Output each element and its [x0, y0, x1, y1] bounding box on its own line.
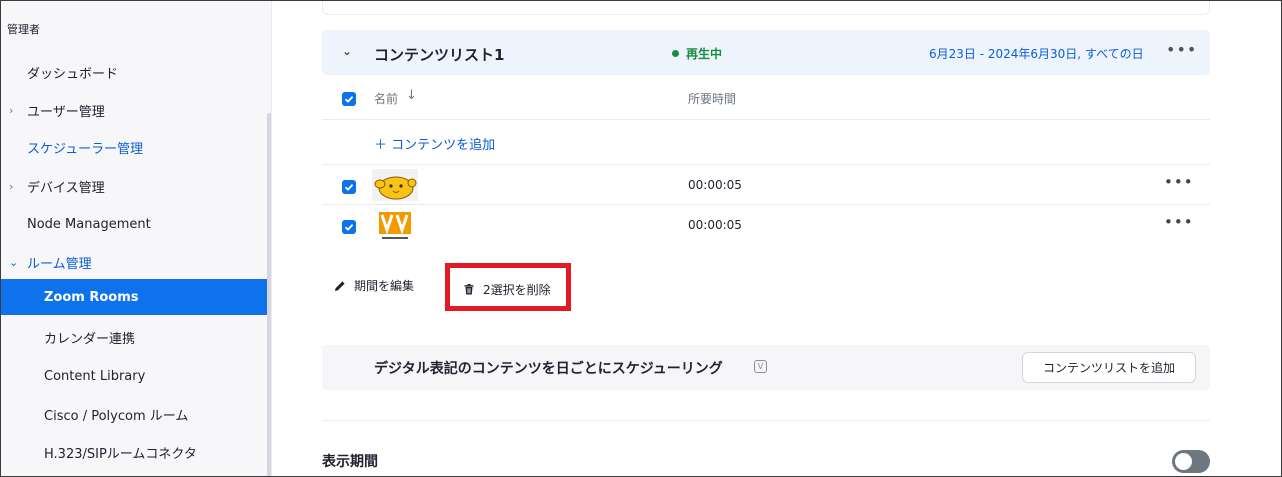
table-row: 00:00:05 ••• — [322, 165, 1210, 205]
sidebar-item-label: H.323/SIPルームコネクタ — [44, 446, 197, 462]
sidebar-item-h323-sip-connector[interactable]: H.323/SIPルームコネクタ — [1, 434, 267, 470]
sidebar-item-label: Content Library — [44, 368, 146, 384]
sidebar-item-label: Node Management — [27, 216, 151, 232]
edit-period-label: 期間を編集 — [354, 279, 415, 293]
chevron-down-icon[interactable]: ⌄ — [342, 44, 352, 58]
duration-value: 00:00:05 — [688, 218, 742, 232]
status-badge: 再生中 — [672, 45, 722, 62]
sidebar-item-scheduler-management[interactable]: スケジューラー管理 — [1, 129, 267, 165]
more-options-icon[interactable]: ••• — [1164, 213, 1194, 231]
content-list-header[interactable]: ⌄ コンテンツリスト1 再生中 6月23日 - 2024年6月30日, すべての… — [322, 30, 1210, 75]
check-icon — [344, 183, 354, 191]
sidebar-item-dashboard[interactable]: ダッシュボード — [1, 54, 267, 90]
sidebar-item-label: デバイス管理 — [27, 180, 105, 196]
sidebar-item-content-library[interactable]: Content Library — [1, 358, 267, 394]
delete-selected-label: 2選択を削除 — [483, 283, 551, 297]
sidebar-item-label: ダッシュボード — [27, 66, 119, 82]
sidebar-item-device-management[interactable]: › デバイス管理 — [1, 168, 267, 204]
status-dot-icon — [672, 50, 679, 57]
toggle-knob — [1175, 453, 1192, 470]
table-header-row: 名前 ↓ 所要時間 — [322, 76, 1210, 120]
sidebar-item-zoom-rooms[interactable]: Zoom Rooms — [1, 279, 267, 315]
chick-sticker-icon — [372, 169, 418, 201]
chevron-down-icon: ⌄ — [9, 255, 19, 269]
check-icon — [344, 95, 354, 103]
sidebar-item-cisco-polycom-rooms[interactable]: Cisco / Polycom ルーム — [1, 396, 267, 432]
sidebar-item-room-management[interactable]: ⌄ ルーム管理 — [1, 244, 267, 280]
schedule-section: デジタル表記のコンテンツを日ごとにスケジューリング V コンテンツリストを追加 — [322, 345, 1210, 390]
column-header-duration: 所要時間 — [688, 92, 737, 106]
highlight-box: 2選択を削除 — [445, 263, 571, 311]
divider — [322, 420, 1210, 421]
display-period-toggle[interactable] — [1172, 450, 1210, 473]
duration-value: 00:00:05 — [688, 178, 742, 192]
schedule-title: デジタル表記のコンテンツを日ごとにスケジューリング — [374, 361, 723, 377]
sidebar-item-label: Cisco / Polycom ルーム — [44, 408, 189, 424]
chevron-right-icon: › — [9, 103, 14, 117]
more-options-icon[interactable]: ••• — [1164, 173, 1194, 191]
more-options-icon[interactable]: ••• — [1166, 40, 1197, 59]
chevron-right-icon: › — [9, 179, 14, 193]
check-icon — [344, 223, 354, 231]
content-list-title: コンテンツリスト1 — [374, 46, 505, 64]
edit-period-button[interactable]: 期間を編集 — [334, 277, 414, 294]
row-checkbox[interactable] — [342, 220, 356, 234]
sidebar-header: 管理者 — [7, 23, 40, 36]
add-content-list-button[interactable]: コンテンツリストを追加 — [1022, 352, 1196, 383]
column-header-name[interactable]: 名前 — [374, 90, 398, 107]
pencil-icon — [335, 280, 345, 291]
trash-icon — [464, 284, 474, 295]
previous-card-bottom — [322, 0, 1210, 15]
info-icon[interactable]: V — [754, 360, 767, 373]
vv-logo-icon — [372, 209, 418, 241]
status-text: 再生中 — [686, 47, 723, 61]
delete-selected-button[interactable]: 2選択を削除 — [464, 281, 551, 298]
add-content-row: ＋ コンテンツを追加 — [322, 121, 1210, 165]
add-content-link[interactable]: ＋ コンテンツを追加 — [374, 134, 495, 153]
sidebar-item-node-management[interactable]: Node Management — [1, 206, 267, 242]
date-range-link[interactable]: 6月23日 - 2024年6月30日, すべての日 — [929, 45, 1144, 62]
sidebar-item-calendar-integration[interactable]: カレンダー連携 — [1, 319, 267, 355]
main-content: ⌄ コンテンツリスト1 再生中 6月23日 - 2024年6月30日, すべての… — [272, 0, 1281, 477]
sidebar-item-user-management[interactable]: › ユーザー管理 — [1, 92, 267, 128]
display-period-label: 表示期間 — [322, 454, 378, 470]
sidebar-item-label: ルーム管理 — [27, 256, 92, 272]
sidebar: 管理者 ダッシュボード › ユーザー管理 スケジューラー管理 › デバイス管理 … — [1, 1, 272, 476]
sidebar-item-label: Zoom Rooms — [44, 289, 139, 305]
table-row: 00:00:05 ••• — [322, 205, 1210, 245]
sidebar-item-label: スケジューラー管理 — [27, 141, 144, 157]
row-checkbox[interactable] — [342, 180, 356, 194]
select-all-checkbox[interactable] — [342, 92, 356, 106]
sidebar-item-label: ユーザー管理 — [27, 104, 105, 120]
sort-arrow-icon[interactable]: ↓ — [406, 88, 417, 103]
sidebar-item-label: カレンダー連携 — [44, 331, 136, 347]
